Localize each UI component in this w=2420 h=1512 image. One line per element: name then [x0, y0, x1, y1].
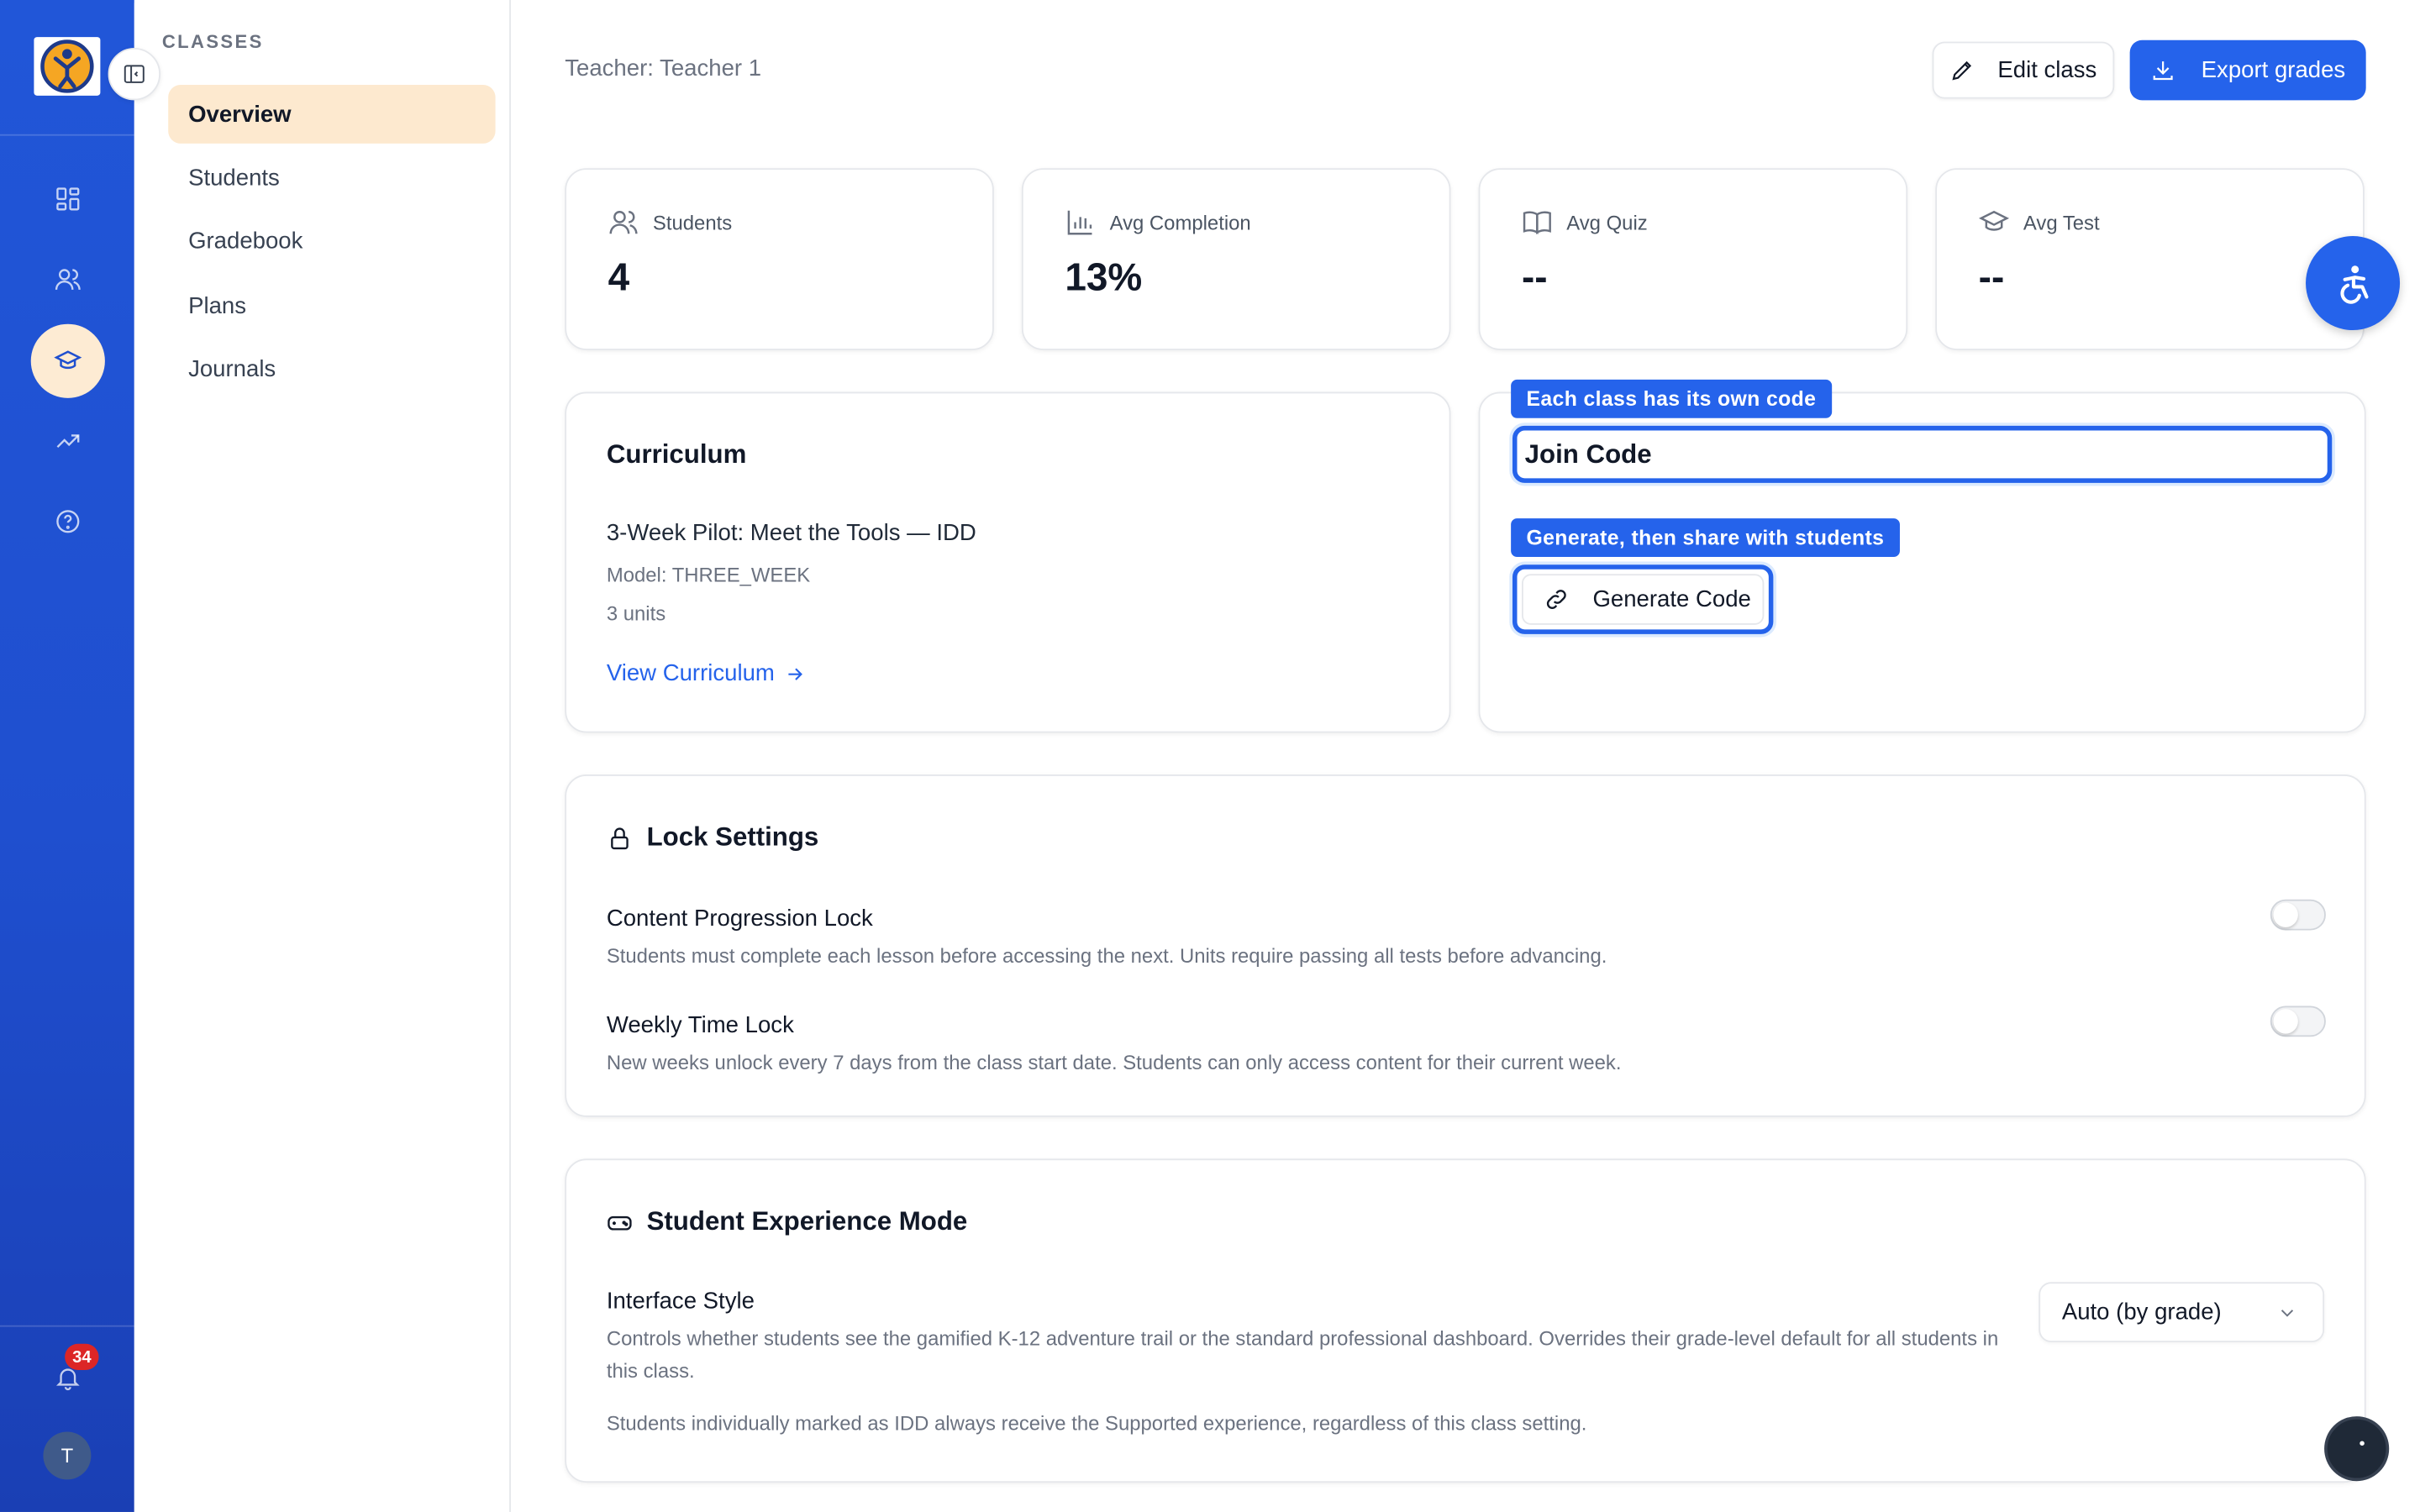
student-experience-title: Student Experience Mode	[646, 1206, 968, 1236]
rail-divider	[0, 134, 134, 136]
trending-up-icon[interactable]	[43, 417, 92, 466]
avatar[interactable]: T	[43, 1431, 92, 1480]
lock-settings-card: Lock Settings Content Progression Lock S…	[565, 774, 2366, 1117]
stat-value: --	[1978, 255, 2005, 300]
book-open-icon	[1523, 211, 1551, 235]
stat-label: Avg Completion	[1109, 210, 1251, 234]
accessibility-button[interactable]	[2306, 236, 2401, 331]
stat-value: --	[1521, 255, 1548, 300]
stat-label: Students	[652, 210, 733, 234]
join-code-tooltip: Each class has its own code	[1511, 379, 1832, 418]
pencil-icon	[1953, 60, 1972, 81]
dashboard-icon[interactable]	[43, 175, 92, 224]
interface-style-desc: Controls whether students see the gamifi…	[606, 1326, 1999, 1383]
stat-value: 4	[608, 255, 630, 300]
subnav-item-students[interactable]: Students	[168, 148, 495, 207]
lock-settings-title: Lock Settings	[646, 822, 819, 852]
student-experience-card: Student Experience Mode Interface Style …	[565, 1158, 2366, 1483]
interface-style-name: Interface Style	[606, 1288, 755, 1315]
download-icon	[2154, 61, 2174, 81]
help-icon[interactable]	[43, 496, 92, 546]
stat-card-students: Students 4	[565, 168, 994, 350]
curriculum-card: Curriculum 3-Week Pilot: Meet the Tools …	[565, 391, 1451, 733]
view-curriculum-link[interactable]: View Curriculum	[607, 660, 806, 686]
weekly-time-lock-desc: New weeks unlock every 7 days from the c…	[606, 1050, 1622, 1074]
generate-code-tooltip: Generate, then share with students	[1511, 518, 1900, 558]
lock-icon	[611, 827, 629, 849]
graduation-cap-icon	[1978, 210, 2010, 231]
stat-card-avg-quiz: Avg Quiz --	[1478, 168, 1908, 350]
stat-label: Avg Quiz	[1566, 210, 1648, 234]
notification-badge: 34	[65, 1343, 99, 1370]
bar-chart-icon	[1067, 210, 1092, 235]
arrow-right-icon	[788, 667, 802, 680]
link-icon	[1546, 590, 1566, 609]
interface-style-value: Auto (by grade)	[2061, 1299, 2222, 1326]
content-progression-lock-name: Content Progression Lock	[606, 906, 873, 932]
curriculum-title: Curriculum	[606, 439, 747, 470]
subnav-item-plans[interactable]: Plans	[168, 276, 495, 335]
gamepad-icon	[608, 1215, 632, 1230]
app-logo[interactable]	[34, 37, 101, 96]
generate-code-label: Generate Code	[1592, 585, 1751, 613]
join-code-field[interactable]: Join Code	[1512, 425, 2333, 483]
rail-divider-bottom	[0, 1325, 134, 1327]
stat-card-avg-completion: Avg Completion 13%	[1021, 168, 1451, 350]
generate-code-button[interactable]: Generate Code	[1512, 564, 1774, 634]
users-icon[interactable]	[43, 255, 92, 304]
subnav-item-journals[interactable]: Journals	[168, 339, 495, 398]
export-grades-label: Export grades	[2201, 56, 2346, 84]
chevron-down-icon	[2281, 1309, 2294, 1316]
curriculum-units: 3 units	[606, 601, 666, 625]
accessibility-icon	[2339, 265, 2368, 303]
view-curriculum-label: View Curriculum	[606, 660, 775, 687]
export-grades-button[interactable]: Export grades	[2129, 39, 2366, 101]
subnav-item-overview[interactable]: Overview	[168, 85, 496, 144]
class-subnav: CLASSES Overview Students Gradebook Plan…	[134, 0, 511, 1512]
subnav-item-gradebook[interactable]: Gradebook	[168, 212, 495, 270]
curriculum-model: Model: THREE_WEEK	[606, 563, 811, 586]
classes-icon[interactable]	[30, 323, 105, 398]
stat-value: 13%	[1065, 255, 1143, 300]
content-progression-lock-toggle[interactable]	[2270, 899, 2326, 931]
content-progression-lock-desc: Students must complete each lesson befor…	[606, 944, 1607, 968]
idd-note: Students individually marked as IDD alwa…	[606, 1411, 1587, 1436]
stat-label: Avg Test	[2023, 210, 2100, 234]
teacher-label: Teacher: Teacher 1	[565, 55, 762, 82]
sidebar-toggle-icon	[124, 65, 145, 83]
stat-card-avg-test: Avg Test --	[1935, 168, 2365, 350]
users-icon	[609, 211, 638, 234]
edit-class-label: Edit class	[1997, 56, 2097, 84]
edit-class-button[interactable]: Edit class	[1932, 41, 2115, 99]
chat-launcher-button[interactable]	[2324, 1416, 2390, 1482]
app-rail: 34 T	[0, 0, 134, 1512]
weekly-time-lock-name: Weekly Time Lock	[606, 1011, 794, 1039]
collapse-sidebar-button[interactable]	[108, 47, 161, 101]
weekly-time-lock-toggle[interactable]	[2270, 1005, 2326, 1037]
curriculum-name: 3-Week Pilot: Meet the Tools — IDD	[606, 519, 976, 547]
interface-style-select[interactable]: Auto (by grade)	[2039, 1282, 2325, 1342]
subnav-section-title: CLASSES	[161, 30, 264, 53]
